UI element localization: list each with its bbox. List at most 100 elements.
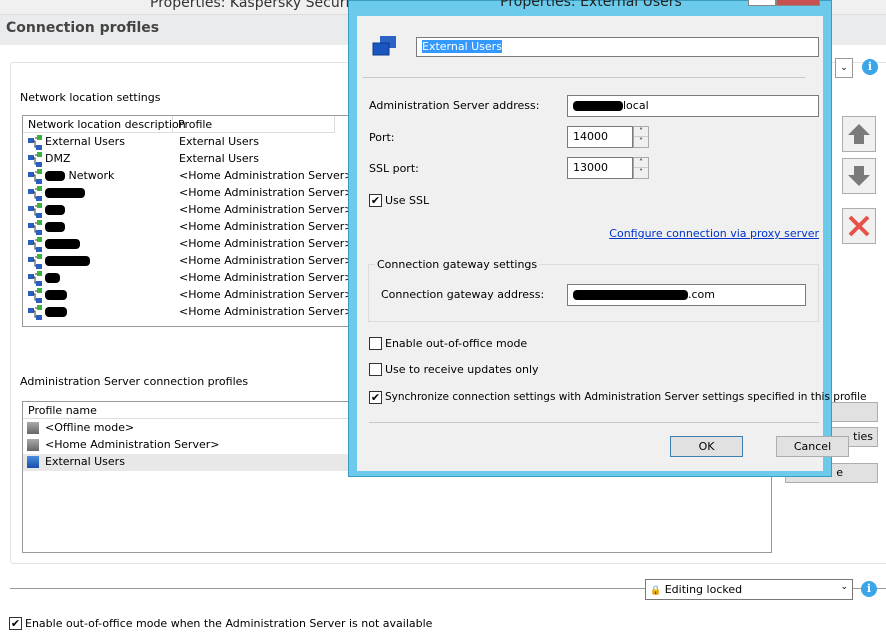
table-row[interactable]: External Users External Users: [25, 134, 361, 151]
location-profile: <Home Administration Server>: [179, 254, 354, 267]
lock-icon: 🔒: [650, 586, 662, 596]
profile-icon: [372, 36, 396, 56]
out-of-office-label: Enable out-of-office mode: [385, 337, 528, 350]
chevron-down-icon: ⌄: [840, 582, 848, 592]
properties-dialog: Properties: External Users External User…: [348, 0, 866, 477]
out-of-office-label: Enable out-of-office mode when the Admin…: [25, 617, 433, 630]
location-description: DMZ: [45, 152, 71, 165]
chevron-down-icon[interactable]: ⌄: [835, 58, 853, 78]
out-of-office-checkbox[interactable]: ✔: [9, 617, 22, 630]
chevron-up-icon[interactable]: ˄: [634, 158, 648, 168]
divider: [363, 77, 805, 78]
ssl-port-input[interactable]: 13000: [567, 157, 633, 179]
sync-label: Synchronize connection settings with Adm…: [385, 391, 867, 403]
location-description: [45, 220, 65, 233]
location-profile: <Home Administration Server>: [179, 288, 354, 301]
network-location-icon: [28, 237, 42, 252]
section-title: Connection profiles: [6, 20, 160, 36]
network-location-icon: [28, 169, 42, 184]
sync-checkbox[interactable]: ✔: [369, 391, 382, 404]
table-row[interactable]: DMZ External Users: [25, 151, 361, 168]
location-profile: <Home Administration Server>: [179, 271, 354, 284]
network-location-icon: [28, 203, 42, 218]
admin-address-label: Administration Server address:: [369, 99, 540, 112]
network-location-icon: [28, 305, 42, 320]
location-profile: <Home Administration Server>: [179, 169, 354, 182]
table-row[interactable]: <Home Administration Server>: [25, 253, 361, 270]
info-icon[interactable]: i: [862, 59, 878, 75]
location-profile: <Home Administration Server>: [179, 186, 354, 199]
location-description: External Users: [45, 135, 125, 148]
location-description: [45, 186, 85, 199]
table-row[interactable]: Network <Home Administration Server>: [25, 168, 361, 185]
arrow-down-icon: [848, 166, 870, 186]
location-description: [45, 254, 90, 267]
network-location-label: Network location settings: [20, 91, 161, 104]
cancel-button[interactable]: Cancel: [776, 436, 849, 457]
gateway-address-input[interactable]: .com: [567, 284, 806, 306]
table-row[interactable]: <Home Administration Server>: [25, 270, 361, 287]
chevron-down-icon[interactable]: ˅: [634, 137, 648, 147]
location-profile: External Users: [179, 135, 259, 148]
out-of-office-checkbox[interactable]: [369, 337, 382, 350]
table-row[interactable]: <Home Administration Server>: [25, 219, 361, 236]
info-icon[interactable]: i: [861, 581, 877, 597]
server-icon: [27, 422, 39, 434]
use-ssl-label: Use SSL: [385, 194, 430, 207]
location-profile: <Home Administration Server>: [179, 220, 354, 233]
dialog-body: External Users Administration Server add…: [357, 16, 866, 471]
location-profile: <Home Administration Server>: [179, 237, 354, 250]
gateway-group-title: Connection gateway settings: [375, 258, 540, 271]
profile-icon: [27, 456, 39, 468]
table-row[interactable]: <Home Administration Server>: [25, 185, 361, 202]
port-input[interactable]: 14000: [567, 126, 633, 148]
location-profile: External Users: [179, 152, 259, 165]
delete-button[interactable]: [842, 208, 876, 244]
ok-button[interactable]: OK: [670, 436, 743, 457]
delete-x-icon: [848, 215, 870, 237]
location-description: [45, 203, 65, 216]
table-row[interactable]: <Home Administration Server>: [25, 236, 361, 253]
ssl-port-spinner[interactable]: ˄ ˅: [633, 157, 649, 179]
use-ssl-checkbox[interactable]: ✔: [369, 194, 382, 207]
updates-only-checkbox[interactable]: [369, 363, 382, 376]
move-up-button[interactable]: [842, 116, 876, 152]
admin-address-input[interactable]: local: [567, 95, 819, 117]
arrow-up-icon: [848, 124, 870, 144]
proxy-link[interactable]: Configure connection via proxy server: [609, 227, 819, 240]
network-location-icon: [28, 186, 42, 201]
location-profile: <Home Administration Server>: [179, 305, 354, 318]
table-row[interactable]: <Home Administration Server>: [25, 304, 361, 321]
network-location-icon: [28, 254, 42, 269]
network-location-icon: [28, 271, 42, 286]
chevron-down-icon[interactable]: ˅: [634, 168, 648, 178]
move-down-button[interactable]: [842, 158, 876, 194]
ssl-port-label: SSL port:: [369, 162, 419, 175]
port-spinner[interactable]: ˄ ˅: [633, 126, 649, 148]
editing-lock-select[interactable]: 🔒 Editing locked ⌄: [645, 579, 853, 600]
location-description: Network: [45, 169, 114, 182]
profile-name-input[interactable]: External Users: [416, 37, 819, 57]
location-description: [45, 305, 67, 318]
column-header-description[interactable]: Network location description: [23, 116, 186, 133]
admin-profiles-label: Administration Server connection profile…: [18, 375, 251, 388]
minimize-button[interactable]: [748, 0, 776, 6]
network-location-list[interactable]: Network location description Profile Ext…: [22, 115, 362, 327]
location-profile: <Home Administration Server>: [179, 203, 354, 216]
close-button[interactable]: [776, 0, 820, 6]
network-location-icon: [28, 288, 42, 303]
chevron-up-icon[interactable]: ˄: [634, 127, 648, 137]
server-icon: [27, 439, 39, 451]
network-location-icon: [28, 135, 42, 150]
gateway-address-label: Connection gateway address:: [381, 288, 545, 301]
location-description: [45, 288, 67, 301]
table-row[interactable]: <Home Administration Server>: [25, 287, 361, 304]
column-header-profile[interactable]: Profile: [173, 116, 335, 133]
divider: [369, 422, 819, 423]
network-location-icon: [28, 220, 42, 235]
network-location-icon: [28, 152, 42, 167]
port-label: Port:: [369, 131, 395, 144]
table-row[interactable]: <Home Administration Server>: [25, 202, 361, 219]
main-window-title: Properties: Kaspersky Security: [150, 0, 364, 11]
location-description: [45, 271, 60, 284]
